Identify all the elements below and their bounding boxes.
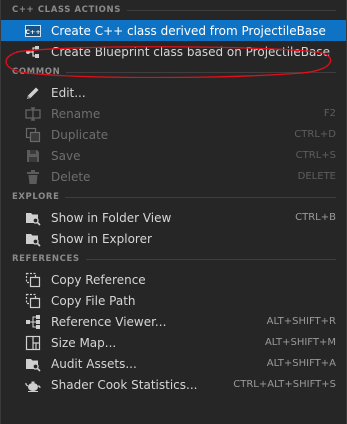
rename-menu-item[interactable]: Rename F2 xyxy=(1,103,346,124)
folder-search-icon xyxy=(25,210,41,226)
shortcut-label: ALT+SHIFT+R xyxy=(266,316,336,327)
copy-icon xyxy=(25,293,41,309)
menu-item-label: Save xyxy=(51,148,81,163)
rename-icon xyxy=(25,106,41,122)
shortcut-label: F2 xyxy=(323,108,336,119)
blueprint-graph-icon xyxy=(25,44,41,60)
menu-item-label: Show in Folder View xyxy=(51,210,172,225)
cpp-file-icon: C++ xyxy=(25,23,41,39)
reference-viewer-icon xyxy=(25,314,41,330)
shortcut-label: CTRL+S xyxy=(295,150,336,161)
shortcut-label: CTRL+D xyxy=(294,129,336,140)
trash-icon xyxy=(25,169,41,185)
edit-menu-item[interactable]: Edit... xyxy=(1,82,346,103)
pencil-icon xyxy=(25,85,41,101)
duplicate-icon xyxy=(25,127,41,143)
shortcut-label: CTRL+B xyxy=(295,212,336,223)
section-explore: EXPLORE xyxy=(1,187,346,207)
shortcut-label: ALT+SHIFT+A xyxy=(266,358,336,369)
create-blueprint-class-menu-item[interactable]: Create Blueprint class based on Projecti… xyxy=(1,41,346,62)
section-references: REFERENCES xyxy=(1,249,346,269)
section-divider xyxy=(126,9,336,11)
copy-reference-menu-item[interactable]: Copy Reference xyxy=(1,269,346,290)
section-divider xyxy=(65,196,336,198)
copy-file-path-menu-item[interactable]: Copy File Path xyxy=(1,290,346,311)
section-title: EXPLORE xyxy=(12,192,60,202)
section-divider xyxy=(85,258,336,260)
create-cpp-class-menu-item[interactable]: C++ Create C++ class derived from Projec… xyxy=(1,20,346,41)
save-menu-item[interactable]: Save CTRL+S xyxy=(1,145,346,166)
reference-viewer-menu-item[interactable]: Reference Viewer... ALT+SHIFT+R xyxy=(1,311,346,332)
section-title: COMMON xyxy=(12,67,61,77)
menu-item-label: Copy Reference xyxy=(51,272,146,287)
section-common: COMMON xyxy=(1,62,346,82)
section-title: REFERENCES xyxy=(12,254,80,264)
shader-cook-statistics-menu-item[interactable]: Shader Cook Statistics... CTRL+ALT+SHIFT… xyxy=(1,374,346,395)
menu-item-label: Delete xyxy=(51,169,91,184)
shortcut-label: ALT+SHIFT+M xyxy=(264,337,336,348)
menu-item-label: Create Blueprint class based on Projecti… xyxy=(51,44,330,59)
copy-icon xyxy=(25,272,41,288)
menu-item-label: Size Map... xyxy=(51,335,117,350)
shortcut-label: DELETE xyxy=(297,171,336,182)
menu-item-label: Shader Cook Statistics... xyxy=(51,377,198,392)
menu-item-label: Create C++ class derived from Projectile… xyxy=(51,23,326,38)
folder-search-icon xyxy=(25,231,41,247)
audit-assets-menu-item[interactable]: Audit Assets... ALT+SHIFT+A xyxy=(1,353,346,374)
duplicate-menu-item[interactable]: Duplicate CTRL+D xyxy=(1,124,346,145)
menu-item-label: Audit Assets... xyxy=(51,356,137,371)
audit-icon xyxy=(25,356,41,372)
size-map-icon xyxy=(25,335,41,351)
size-map-menu-item[interactable]: Size Map... ALT+SHIFT+M xyxy=(1,332,346,353)
teapot-icon xyxy=(25,377,41,393)
menu-item-label: Copy File Path xyxy=(51,293,136,308)
show-in-explorer-menu-item[interactable]: Show in Explorer xyxy=(1,228,346,249)
shortcut-label: CTRL+ALT+SHIFT+S xyxy=(233,379,336,390)
svg-text:C++: C++ xyxy=(25,28,41,36)
menu-item-label: Rename xyxy=(51,106,101,121)
menu-item-label: Duplicate xyxy=(51,127,109,142)
section-title: C++ CLASS ACTIONS xyxy=(12,5,121,15)
delete-menu-item[interactable]: Delete DELETE xyxy=(1,166,346,187)
menu-item-label: Show in Explorer xyxy=(51,231,152,246)
context-menu: C++ CLASS ACTIONS C++ Create C++ class d… xyxy=(0,0,347,424)
menu-item-label: Reference Viewer... xyxy=(51,314,167,329)
show-in-folder-view-menu-item[interactable]: Show in Folder View CTRL+B xyxy=(1,207,346,228)
save-icon xyxy=(25,148,41,164)
section-divider xyxy=(66,71,336,73)
section-cpp-class-actions: C++ CLASS ACTIONS xyxy=(1,0,346,20)
menu-item-label: Edit... xyxy=(51,85,86,100)
